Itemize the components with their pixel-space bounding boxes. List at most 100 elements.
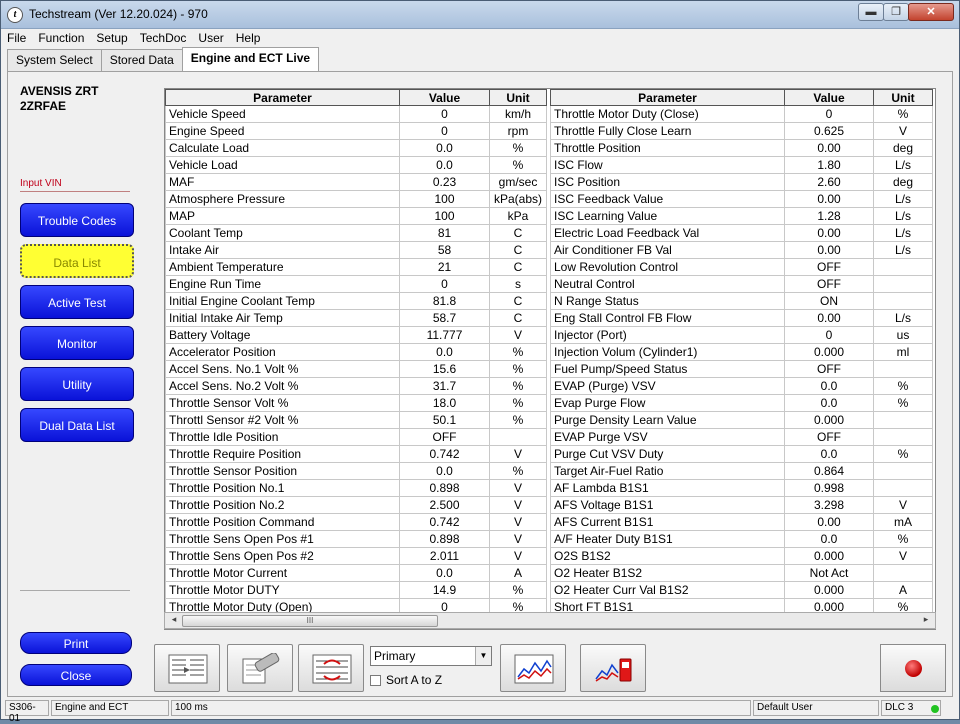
scroll-right-arrow-icon[interactable]: ▸	[919, 614, 933, 625]
data-group-select[interactable]: Primary ▼	[370, 646, 492, 666]
title-bar[interactable]: t Techstream (Ver 12.20.024) - 970 ▬ ❐ ✕	[1, 1, 959, 29]
table-row[interactable]: Accelerator Position 0.0%	[165, 343, 547, 361]
value-cell: 58	[399, 241, 490, 259]
menu-function[interactable]: Function	[32, 29, 90, 45]
dual-data-list-button[interactable]: Dual Data List	[20, 408, 134, 442]
menu-setup[interactable]: Setup	[90, 29, 133, 45]
input-vin-link[interactable]: Input VIN	[20, 178, 62, 189]
sort-a-to-z-checkbox[interactable]	[370, 675, 381, 686]
tab-system-select[interactable]: System Select	[7, 49, 102, 71]
tab-stored-data[interactable]: Stored Data	[100, 49, 183, 71]
table-row[interactable]: Throttle Position Command 0.742 V	[165, 513, 547, 531]
table-row[interactable]: MAP 100 kPa	[165, 207, 547, 225]
table-row[interactable]: O2 Heater B1S2 Not Act	[550, 564, 933, 582]
monitor-button[interactable]: Monitor	[20, 326, 134, 360]
column-header-parameter[interactable]: Parameter	[550, 89, 785, 106]
record-button[interactable]	[880, 644, 946, 692]
scroll-thumb[interactable]: III	[182, 615, 438, 627]
close-button[interactable]: Close	[20, 664, 132, 686]
table-row[interactable]: Engine Speed 0 rpm	[165, 122, 547, 140]
table-row[interactable]: Throttle Position No.2 2.500 V	[165, 496, 547, 514]
menu-file[interactable]: File	[1, 29, 32, 45]
scroll-left-arrow-icon[interactable]: ◂	[167, 614, 181, 625]
table-row[interactable]: Throttle Idle Position OFF	[165, 428, 547, 446]
table-row[interactable]: EVAP (Purge) VSV 0.0%	[550, 377, 933, 395]
table-row[interactable]: Throttle Sens Open Pos #2 2.011 V	[165, 547, 547, 565]
table-row[interactable]: Purge Density Learn Value 0.000	[550, 411, 933, 429]
tab-engine-ect-live[interactable]: Engine and ECT Live	[181, 47, 320, 71]
chevron-down-icon[interactable]: ▼	[475, 647, 491, 665]
horizontal-scrollbar[interactable]: ◂ III ▸	[164, 612, 936, 629]
table-row[interactable]: Neutral Control OFF	[550, 275, 933, 293]
table-row[interactable]: Atmosphere Pressure 100 kPa(abs)	[165, 190, 547, 208]
table-row[interactable]: ISC Position 2.60 deg	[550, 173, 933, 191]
table-row[interactable]: EVAP Purge VSV OFF	[550, 428, 933, 446]
table-row[interactable]: ISC Flow 1.80 L/s	[550, 156, 933, 174]
table-row[interactable]: Initial Engine Coolant Temp 81.8 C	[165, 292, 547, 310]
table-row[interactable]: AFS Current B1S1 0.00 mA	[550, 513, 933, 531]
menu-user[interactable]: User	[192, 29, 229, 45]
table-row[interactable]: Target Air-Fuel Ratio 0.864	[550, 462, 933, 480]
table-row[interactable]: Accel Sens. No.2 Volt % 31.7%	[165, 377, 547, 395]
column-header-value[interactable]: Value	[399, 89, 490, 106]
table-row[interactable]: Accel Sens. No.1 Volt % 15.6%	[165, 360, 547, 378]
table-row[interactable]: Calculate Load 0.0%	[165, 139, 547, 157]
utility-button[interactable]: Utility	[20, 367, 134, 401]
table-row[interactable]: Throttle Sens Open Pos #1 0.898 V	[165, 530, 547, 548]
table-row[interactable]: MAF 0.23 gm/sec	[165, 173, 547, 191]
table-row[interactable]: Throttle Motor Current 0.0 A	[165, 564, 547, 582]
trouble-codes-button[interactable]: Trouble Codes	[20, 203, 134, 237]
maximize-button[interactable]: ❐	[883, 3, 909, 21]
table-row[interactable]: Throttle Motor DUTY 14.9%	[165, 581, 547, 599]
table-row[interactable]: Injection Volum (Cylinder1) 0.000 ml	[550, 343, 933, 361]
table-row[interactable]: AFS Voltage B1S1 3.298 V	[550, 496, 933, 514]
select-parameters-button[interactable]	[154, 644, 220, 692]
table-row[interactable]: Air Conditioner FB Val 0.00 L/s	[550, 241, 933, 259]
print-button[interactable]: Print	[20, 632, 132, 654]
graph-button[interactable]	[500, 644, 566, 692]
table-row[interactable]: ISC Feedback Value 0.00 L/s	[550, 190, 933, 208]
table-row[interactable]: O2S B1S2 0.000 V	[550, 547, 933, 565]
sort-order-button[interactable]	[298, 644, 364, 692]
table-row[interactable]: Fuel Pump/Speed Status OFF	[550, 360, 933, 378]
table-row[interactable]: N Range Status ON	[550, 292, 933, 310]
table-row[interactable]: Engine Run Time 0 s	[165, 275, 547, 293]
table-row[interactable]: Throttle Position No.1 0.898 V	[165, 479, 547, 497]
column-header-unit[interactable]: Unit	[873, 89, 933, 106]
data-list-button[interactable]: Data List	[20, 244, 134, 278]
table-row[interactable]: O2 Heater Curr Val B1S2 0.000 A	[550, 581, 933, 599]
column-header-unit[interactable]: Unit	[489, 89, 547, 106]
table-row[interactable]: Throttle Sensor Volt % 18.0%	[165, 394, 547, 412]
table-row[interactable]: Throttle Require Position 0.742 V	[165, 445, 547, 463]
table-row[interactable]: Vehicle Speed 0 km/h	[165, 105, 547, 123]
table-row[interactable]: Low Revolution Control OFF	[550, 258, 933, 276]
close-window-button[interactable]: ✕	[908, 3, 954, 21]
table-row[interactable]: Throttle Motor Duty (Close) 0%	[550, 105, 933, 123]
table-row[interactable]: Throttl Sensor #2 Volt % 50.1%	[165, 411, 547, 429]
table-row[interactable]: Injector (Port) 0 us	[550, 326, 933, 344]
menu-help[interactable]: Help	[230, 29, 267, 45]
table-row[interactable]: Eng Stall Control FB Flow 0.00 L/s	[550, 309, 933, 327]
active-test-button[interactable]: Active Test	[20, 285, 134, 319]
column-header-parameter[interactable]: Parameter	[165, 89, 400, 106]
table-row[interactable]: Intake Air 58 C	[165, 241, 547, 259]
table-row[interactable]: Ambient Temperature 21 C	[165, 258, 547, 276]
table-row[interactable]: Vehicle Load 0.0%	[165, 156, 547, 174]
table-row[interactable]: A/F Heater Duty B1S1 0.0%	[550, 530, 933, 548]
column-header-value[interactable]: Value	[784, 89, 874, 106]
table-row[interactable]: ISC Learning Value 1.28 L/s	[550, 207, 933, 225]
fuel-graph-button[interactable]	[580, 644, 646, 692]
minimize-button[interactable]: ▬	[858, 3, 884, 21]
table-row[interactable]: AF Lambda B1S1 0.998	[550, 479, 933, 497]
table-row[interactable]: Coolant Temp 81 C	[165, 224, 547, 242]
table-row[interactable]: Evap Purge Flow 0.0%	[550, 394, 933, 412]
table-row[interactable]: Initial Intake Air Temp 58.7 C	[165, 309, 547, 327]
table-row[interactable]: Purge Cut VSV Duty 0.0%	[550, 445, 933, 463]
table-row[interactable]: Throttle Sensor Position 0.0%	[165, 462, 547, 480]
table-row[interactable]: Electric Load Feedback Val 0.00 L/s	[550, 224, 933, 242]
menu-techdoc[interactable]: TechDoc	[134, 29, 193, 45]
table-row[interactable]: Battery Voltage 11.777 V	[165, 326, 547, 344]
table-row[interactable]: Throttle Fully Close Learn 0.625 V	[550, 122, 933, 140]
table-row[interactable]: Throttle Position 0.00 deg	[550, 139, 933, 157]
snapshot-button[interactable]	[227, 644, 293, 692]
